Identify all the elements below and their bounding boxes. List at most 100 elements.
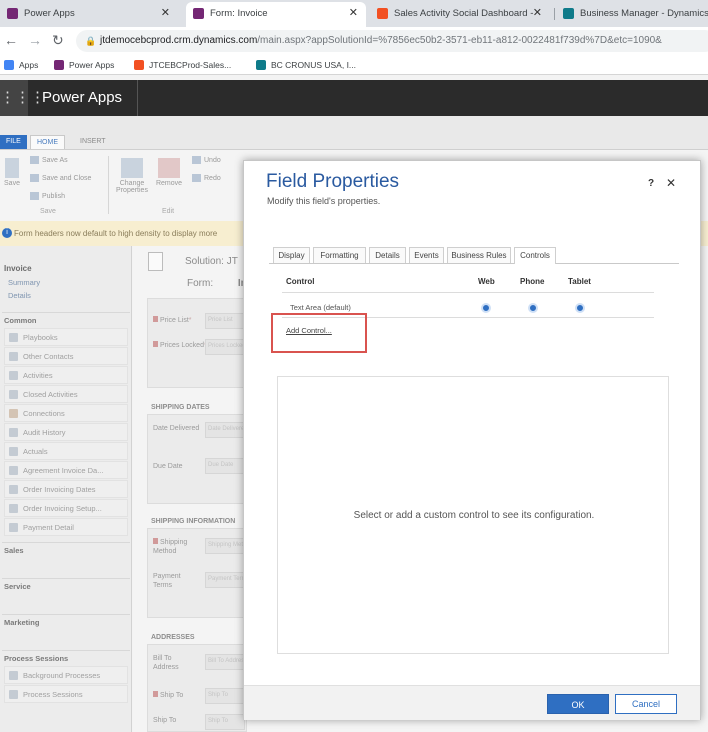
tab-title: Sales Activity Social Dashboard - (394, 8, 534, 19)
field-payment-terms[interactable]: Payment Terms (153, 572, 201, 590)
field-ship-to-2[interactable]: Ship To (153, 716, 176, 725)
undo-icon (192, 156, 201, 164)
ship-to-input-2[interactable]: Ship To (205, 714, 245, 730)
payment-icon (9, 523, 18, 532)
due-date-input[interactable]: Due Date (205, 458, 245, 474)
ribbon-tab-file[interactable]: FILE (0, 135, 27, 149)
agreement-icon (9, 466, 18, 475)
ribbon-group-edit: Edit (162, 208, 175, 215)
nav-item-activities[interactable]: Activities (4, 366, 128, 384)
remove-button[interactable]: Remove (152, 158, 186, 187)
tab-business-rules[interactable]: Business Rules (447, 247, 511, 263)
tab-controls[interactable]: Controls (514, 247, 556, 264)
browser-tab-power-apps[interactable]: Power Apps ✕ (0, 2, 178, 27)
ribbon-tab-home[interactable]: HOME (30, 135, 65, 149)
field-ship-to[interactable]: Ship To (153, 691, 183, 700)
nav-item-label: Playbooks (23, 333, 58, 342)
nav-item-audit-history[interactable]: Audit History (4, 423, 128, 441)
nav-item-order-invoicing-dates[interactable]: Order Invoicing Dates (4, 480, 128, 498)
configuration-placeholder-text: Select or add a custom control to see it… (353, 510, 595, 521)
browser-tab-business-manager[interactable]: Business Manager - Dynamics 3 (556, 2, 708, 27)
phone-radio-selected[interactable] (528, 303, 538, 313)
nav-item-label: Audit History (23, 428, 66, 437)
save-and-close-button[interactable]: Save and Close (30, 174, 91, 182)
nav-link-summary[interactable]: Summary (8, 278, 40, 287)
nav-item-label: Connections (23, 409, 65, 418)
close-icon[interactable]: ✕ (666, 176, 676, 190)
nav-item-label: Payment Detail (23, 523, 74, 532)
field-label: Ship To (160, 692, 184, 699)
field-price-list[interactable]: Price List* (153, 316, 192, 325)
tab-close-icon[interactable]: ✕ (533, 2, 542, 25)
ship-to-input[interactable]: Ship To (205, 688, 245, 704)
bill-to-address-input[interactable]: Bill To Address (205, 654, 245, 670)
nav-item-actuals[interactable]: Actuals (4, 442, 128, 460)
section-header-addresses: ADDRESSES (151, 634, 195, 641)
help-icon[interactable]: ? (648, 178, 654, 189)
app-name: Power Apps (42, 89, 123, 106)
payment-terms-input[interactable]: Payment Terms (205, 572, 245, 588)
nav-item-connections[interactable]: Connections (4, 404, 128, 422)
prices-locked-input[interactable]: Prices Locked (205, 339, 245, 355)
microsoft-logo-icon (134, 60, 144, 70)
price-list-input[interactable]: Price List (205, 313, 245, 329)
redo-button[interactable]: Redo (192, 174, 221, 182)
undo-button[interactable]: Undo (192, 156, 221, 164)
bookmark-bc-cronus[interactable]: BC CRONUS USA, I... (256, 58, 356, 72)
field-date-delivered[interactable]: Date Delivered (153, 424, 201, 433)
bookmark-jtcebcprod-sales[interactable]: JTCEBCProd-Sales... (134, 58, 231, 72)
tab-formatting[interactable]: Formatting (313, 247, 366, 263)
dialog-subtitle: Modify this field's properties. (267, 196, 381, 206)
web-radio-selected[interactable] (481, 303, 491, 313)
tab-details[interactable]: Details (369, 247, 406, 263)
nav-item-agreement-invoice-dates[interactable]: Agreement Invoice Da... (4, 461, 128, 479)
field-due-date[interactable]: Due Date (153, 462, 183, 471)
bookmark-apps[interactable]: Apps (4, 58, 38, 72)
save-as-button[interactable]: Save As (30, 156, 68, 164)
date-delivered-input[interactable]: Date Delivered (205, 422, 245, 438)
browser-tab-form-invoice[interactable]: Form: Invoice ✕ (186, 2, 366, 27)
field-prices-locked[interactable]: Prices Locked* (153, 341, 207, 350)
back-arrow-icon[interactable]: ← (4, 32, 18, 48)
save-button[interactable]: Save (2, 158, 22, 187)
nav-item-playbooks[interactable]: Playbooks (4, 328, 128, 346)
nav-item-closed-activities[interactable]: Closed Activities (4, 385, 128, 403)
nav-section-sales[interactable]: Sales (2, 542, 130, 558)
field-shipping-method[interactable]: Shipping Method (153, 538, 201, 556)
column-header-phone: Phone (520, 277, 545, 286)
ribbon-tab-insert[interactable]: INSERT (74, 135, 112, 149)
nav-section-marketing[interactable]: Marketing (2, 614, 130, 630)
address-bar[interactable]: 🔒 jtdemocebcprod.crm.dynamics.com/main.a… (76, 30, 708, 52)
tab-events[interactable]: Events (409, 247, 444, 263)
nav-entity-title: Invoice (4, 264, 32, 273)
shipping-method-input[interactable]: Shipping Method (205, 538, 245, 554)
lock-icon (153, 691, 158, 697)
nav-item-payment-detail[interactable]: Payment Detail (4, 518, 128, 536)
forward-arrow-icon[interactable]: → (28, 32, 42, 48)
nav-item-other-contacts[interactable]: Other Contacts (4, 347, 128, 365)
bookmark-power-apps[interactable]: Power Apps (54, 58, 114, 72)
nav-link-details[interactable]: Details (8, 291, 31, 300)
browser-tab-sales-dashboard[interactable]: Sales Activity Social Dashboard - ✕ (370, 2, 550, 27)
field-label: Price List (160, 317, 189, 324)
change-properties-button[interactable]: Change Properties (114, 158, 150, 194)
tab-close-icon[interactable]: ✕ (349, 2, 358, 25)
cancel-button[interactable]: Cancel (615, 694, 677, 714)
field-bill-to-address[interactable]: Bill To Address (153, 654, 193, 672)
nav-item-process-sessions[interactable]: Process Sessions (4, 685, 128, 703)
nav-item-order-invoicing-setup[interactable]: Order Invoicing Setup... (4, 499, 128, 517)
info-icon: i (2, 228, 12, 238)
nav-item-background-processes[interactable]: Background Processes (4, 666, 128, 684)
add-control-link[interactable]: Add Control... (286, 326, 332, 335)
nav-section-service[interactable]: Service (2, 578, 130, 594)
tab-separator (554, 8, 555, 20)
tablet-radio-selected[interactable] (575, 303, 585, 313)
process-icon (9, 690, 18, 699)
publish-button[interactable]: Publish (30, 192, 65, 200)
app-launcher-icon[interactable]: ⋮⋮⋮ (0, 80, 45, 116)
control-row-text-area[interactable]: Text Area (default) (290, 303, 351, 312)
reload-icon[interactable]: ↻ (52, 32, 64, 49)
tab-display[interactable]: Display (273, 247, 310, 263)
ok-button[interactable]: OK (547, 694, 609, 714)
tab-close-icon[interactable]: ✕ (161, 2, 170, 25)
